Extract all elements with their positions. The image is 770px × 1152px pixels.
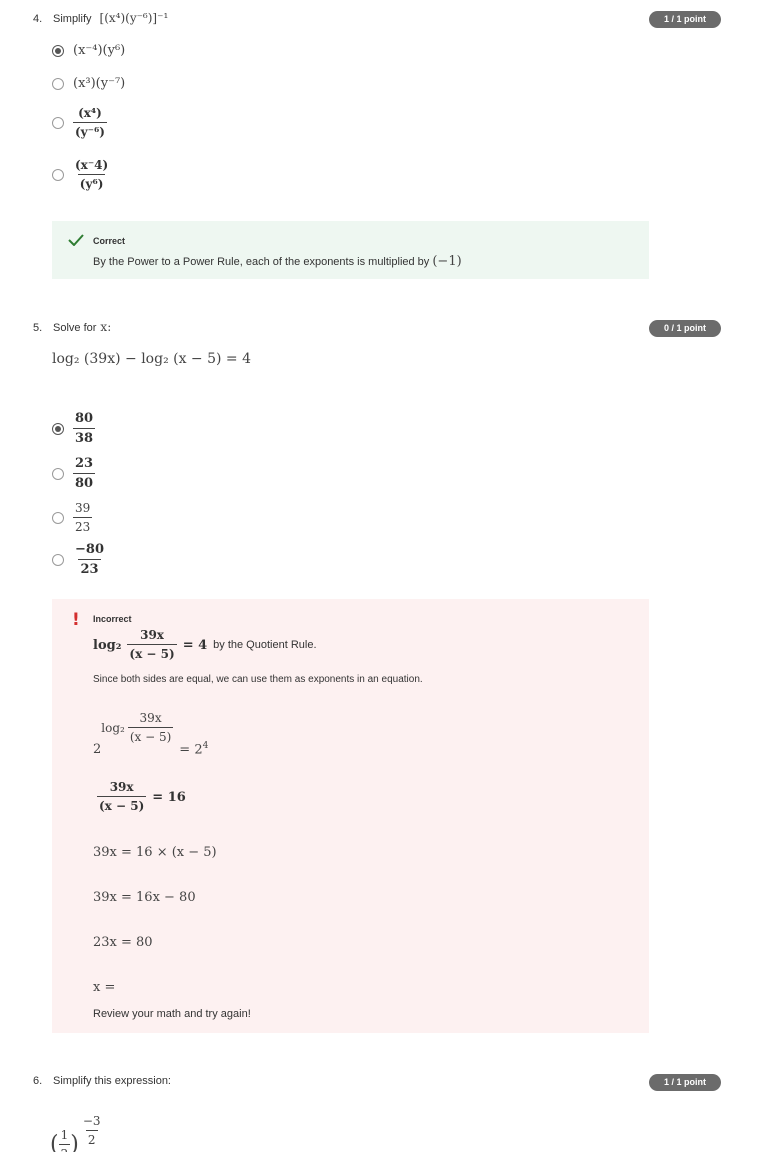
- quotient-fraction: 39x (x − 5): [127, 628, 177, 662]
- fraction-denominator: 80: [73, 473, 96, 492]
- feedback-incorrect-panel: ! Incorrect log₂ 39x (x − 5) = 4 by the …: [52, 599, 649, 1033]
- question-prompt: Simplify: [53, 13, 92, 25]
- equation-rhs: = 4: [182, 637, 208, 653]
- equation-rhs: = 16: [152, 789, 186, 805]
- question-4-header: 4. Simplify [(x⁴)(y⁻⁶)]⁻¹: [33, 11, 168, 25]
- score-badge: 1 / 1 point: [649, 11, 721, 28]
- answer-option[interactable]: 80 38: [52, 411, 96, 448]
- answer-option[interactable]: −80 23: [52, 542, 106, 579]
- option-text: (x³)(y⁻⁷): [73, 76, 126, 91]
- radio-button[interactable]: [52, 77, 64, 90]
- radio-button[interactable]: [52, 468, 64, 481]
- option-text: (x⁻⁴)(y⁶): [73, 43, 126, 58]
- rule-label: by the Quotient Rule.: [213, 639, 317, 651]
- option-fraction: 80 38: [73, 411, 96, 448]
- question-number: 4.: [33, 13, 43, 25]
- fraction-equation: 39x (x − 5) = 16: [97, 780, 186, 814]
- radio-button[interactable]: [52, 512, 64, 524]
- radio-button[interactable]: [52, 554, 64, 567]
- fraction-denominator: (y⁶): [77, 174, 106, 192]
- quotient-rule-line: log₂ 39x (x − 5) = 4 by the Quotient Rul…: [93, 628, 317, 662]
- fraction-denominator: 2: [58, 1144, 71, 1152]
- solution-step: 39x = 16x − 80: [93, 890, 196, 905]
- exponent-equation: 2 log₂ 39x (x − 5) = 24: [93, 711, 208, 757]
- exponent-base: 2: [93, 742, 102, 757]
- question-equation: log₂ (39x) − log₂ (x − 5) = 4: [52, 351, 252, 367]
- option-fraction: −80 23: [73, 542, 106, 579]
- question-5-header: 5. Solve for x:: [33, 320, 111, 334]
- fraction-denominator: (x − 5): [127, 644, 177, 662]
- fraction-numerator: 23: [75, 456, 94, 471]
- fraction-numerator: (x⁻4): [75, 158, 109, 172]
- fraction-numerator: 39x: [140, 628, 164, 642]
- fraction-denominator: (y⁻⁶): [73, 122, 107, 140]
- equation-fraction: 39x (x − 5): [97, 780, 147, 814]
- rhs-base: = 2: [179, 742, 203, 757]
- answer-option[interactable]: (x⁻4) (y⁶): [52, 158, 110, 192]
- fraction-numerator: 39x: [139, 711, 162, 725]
- question-6-header: 6. Simplify this expression:: [33, 1075, 171, 1087]
- answer-option[interactable]: (x³)(y⁻⁷): [52, 76, 125, 91]
- fraction-denominator: (x − 5): [97, 796, 147, 814]
- rhs-exponent: 4: [202, 740, 209, 751]
- question-prompt: Simplify this expression:: [53, 1075, 171, 1087]
- radio-button[interactable]: [52, 117, 64, 129]
- feedback-correct-panel: Correct By the Power to a Power Rule, ea…: [52, 221, 649, 279]
- question-expression: ( 1 2 ) −3 2: [50, 1114, 103, 1152]
- exclamation-icon: !: [72, 610, 80, 630]
- score-badge: 1 / 1 point: [649, 1074, 721, 1091]
- radio-button-selected[interactable]: [52, 423, 64, 436]
- explanation-text: Since both sides are equal, we can use t…: [93, 674, 423, 685]
- feedback-status: Correct: [93, 236, 126, 246]
- equation-rhs: = 24: [179, 741, 208, 757]
- feedback-math: (−1): [432, 254, 462, 269]
- question-variable: x:: [100, 320, 112, 334]
- option-fraction: (x⁴) (y⁻⁶): [73, 106, 107, 140]
- fraction-denominator: 2: [85, 1130, 98, 1148]
- fraction-denominator: (x − 5): [127, 727, 174, 745]
- answer-option[interactable]: 23 80: [52, 456, 96, 493]
- solution-step: 39x = 16 × (x − 5): [93, 845, 217, 860]
- review-message: Review your math and try again!: [93, 1008, 251, 1020]
- question-number: 5.: [33, 322, 43, 334]
- option-fraction: 23 80: [73, 456, 96, 493]
- fraction-denominator: 23: [78, 559, 101, 578]
- radio-button[interactable]: [52, 169, 64, 181]
- score-badge: 0 / 1 point: [649, 320, 721, 337]
- fraction-denominator: 23: [73, 517, 93, 535]
- answer-option[interactable]: (x⁴) (y⁻⁶): [52, 106, 107, 140]
- feedback-status: Incorrect: [93, 614, 132, 624]
- fraction-numerator: 39: [75, 501, 91, 515]
- question-prompt: Solve for: [53, 322, 97, 334]
- option-fraction: (x⁻4) (y⁶): [73, 158, 110, 192]
- fraction-numerator: −80: [75, 542, 104, 557]
- feedback-message-text: By the Power to a Power Rule, each of th…: [93, 256, 430, 268]
- fraction-numerator: 1: [60, 1128, 69, 1142]
- fraction-numerator: 39x: [109, 780, 134, 794]
- fraction-numerator: (x⁴): [78, 106, 102, 120]
- expression-base: ( 1 2 ): [50, 1128, 79, 1152]
- question-expression: [(x⁴)(y⁻⁶)]⁻¹: [99, 11, 169, 25]
- log-symbol: log₂: [93, 637, 122, 653]
- exponent-power: log₂ 39x (x − 5): [101, 711, 174, 745]
- fraction-denominator: 38: [73, 428, 96, 447]
- radio-button-selected[interactable]: [52, 44, 64, 57]
- fraction-numerator: −3: [82, 1114, 101, 1128]
- checkmark-icon: [68, 234, 84, 246]
- exponent-fraction: −3 2: [81, 1114, 103, 1148]
- solution-step: x =: [93, 980, 116, 995]
- option-fraction: 39 23: [73, 501, 93, 535]
- solution-step: 23x = 80: [93, 935, 153, 950]
- question-number: 6.: [33, 1075, 43, 1087]
- answer-option[interactable]: 39 23: [52, 501, 93, 535]
- log-symbol: log₂: [101, 721, 125, 735]
- base-fraction: 1 2: [58, 1128, 71, 1152]
- close-paren: ): [70, 1132, 79, 1152]
- fraction-numerator: 80: [75, 411, 94, 426]
- feedback-message: By the Power to a Power Rule, each of th…: [93, 254, 462, 269]
- answer-option[interactable]: (x⁻⁴)(y⁶): [52, 43, 125, 58]
- exponent-fraction: 39x (x − 5): [127, 711, 174, 745]
- open-paren: (: [50, 1132, 59, 1152]
